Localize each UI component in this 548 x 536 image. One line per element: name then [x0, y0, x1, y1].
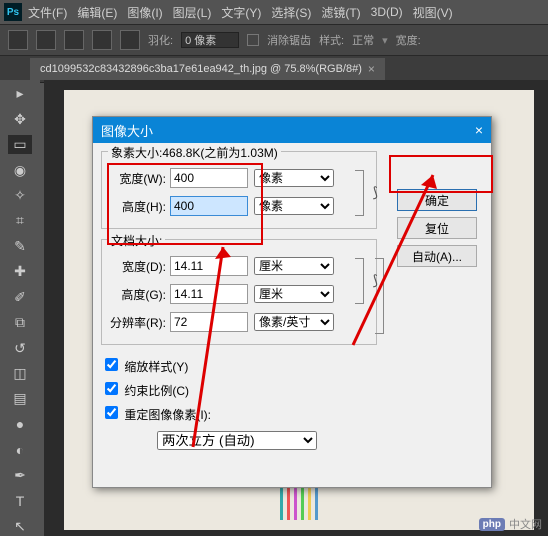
pixel-dimensions-legend: 象素大小:468.8K(之前为1.03M) [108, 144, 281, 161]
type-tool-icon[interactable]: T [8, 491, 32, 510]
document-size-group: 文档大小: 宽度(D): 厘米 高度(G): 厘米 分辨率(R): 像素/英寸 [101, 239, 377, 345]
menu-select[interactable]: 选择(S) [271, 4, 311, 21]
style-label: 样式: [319, 32, 344, 48]
watermark-badge: php [479, 518, 505, 531]
expand-icon[interactable]: ▸ [8, 84, 32, 103]
resolution-label: 分辨率(R): [110, 314, 166, 331]
menu-edit[interactable]: 编辑(E) [77, 4, 117, 21]
brush-tool-icon[interactable]: ✐ [8, 288, 32, 307]
options-bar: 羽化: 消除锯齿 样式: 正常 ▾ 宽度: [0, 25, 548, 56]
menu-file[interactable]: 文件(F) [28, 4, 67, 21]
crop-tool-icon[interactable]: ⌗ [8, 211, 32, 230]
pixel-width-unit-select[interactable]: 像素 [254, 169, 334, 187]
dodge-tool-icon[interactable]: ◐ [8, 440, 32, 459]
doc-height-input[interactable] [170, 284, 248, 304]
app-logo: Ps [4, 3, 22, 21]
doc-width-input[interactable] [170, 256, 248, 276]
pixel-dimensions-group: 象素大小:468.8K(之前为1.03M) 宽度(W): 像素 高度(H): 像… [101, 151, 377, 229]
document-tab-title: cd1099532c83432896c3ba17e61ea942_th.jpg … [40, 63, 362, 75]
pixel-width-input[interactable] [170, 168, 248, 188]
document-size-legend: 文档大小: [108, 232, 165, 249]
healing-brush-tool-icon[interactable]: ✚ [8, 262, 32, 281]
document-tab-bar: cd1099532c83432896c3ba17e61ea942_th.jpg … [0, 56, 548, 83]
resolution-unit-select[interactable]: 像素/英寸 [254, 313, 334, 331]
antialias-checkbox[interactable] [247, 34, 259, 46]
lasso-tool-icon[interactable]: ◉ [8, 160, 32, 179]
marquee-tool-icon[interactable]: ▭ [8, 135, 32, 154]
pixel-height-label: 高度(H): [110, 198, 166, 215]
selection-subtract-icon[interactable] [92, 30, 112, 50]
tool-preset-icon[interactable] [8, 30, 28, 50]
move-tool-icon[interactable]: ✥ [8, 109, 32, 128]
style-value[interactable]: 正常 [352, 32, 374, 48]
menu-view[interactable]: 视图(V) [413, 4, 453, 21]
eyedropper-tool-icon[interactable]: ✎ [8, 237, 32, 256]
resolution-input[interactable] [170, 312, 248, 332]
reset-button[interactable]: 复位 [397, 217, 477, 239]
constrain-proportions-label: 约束比例(C) [124, 384, 189, 398]
auto-button[interactable]: 自动(A)... [397, 245, 477, 267]
feather-label: 羽化: [148, 32, 173, 48]
doc-height-label: 高度(G): [110, 286, 166, 303]
feather-input[interactable] [181, 32, 239, 48]
menu-filter[interactable]: 滤镜(T) [321, 4, 360, 21]
dialog-title: 图像大小 [101, 121, 153, 140]
pixel-height-input[interactable] [170, 196, 248, 216]
doc-width-unit-select[interactable]: 厘米 [254, 257, 334, 275]
antialias-label: 消除锯齿 [267, 32, 311, 48]
path-selection-tool-icon[interactable]: ↖ [8, 516, 32, 535]
doc-height-unit-select[interactable]: 厘米 [254, 285, 334, 303]
constrain-proportions-checkbox[interactable] [105, 382, 118, 395]
menu-image[interactable]: 图像(I) [127, 4, 162, 21]
history-brush-tool-icon[interactable]: ↺ [8, 338, 32, 357]
menu-type[interactable]: 文字(Y) [221, 4, 261, 21]
resample-method-select[interactable]: 两次立方 (自动) [157, 431, 317, 450]
eraser-tool-icon[interactable]: ◫ [8, 364, 32, 383]
magic-wand-tool-icon[interactable]: ✧ [8, 186, 32, 205]
menu-3d[interactable]: 3D(D) [371, 5, 403, 19]
menu-layer[interactable]: 图层(L) [173, 4, 212, 21]
doc-width-label: 宽度(D): [110, 258, 166, 275]
width-label: 宽度: [396, 32, 421, 48]
selection-intersect-icon[interactable] [120, 30, 140, 50]
blur-tool-icon[interactable]: ● [8, 415, 32, 434]
selection-new-icon[interactable] [36, 30, 56, 50]
pen-tool-icon[interactable]: ✒ [8, 466, 32, 485]
scale-styles-checkbox[interactable] [105, 358, 118, 371]
dialog-close-icon[interactable]: × [475, 122, 483, 138]
ok-button[interactable]: 确定 [397, 189, 477, 211]
selection-add-icon[interactable] [64, 30, 84, 50]
menu-bar: Ps 文件(F) 编辑(E) 图像(I) 图层(L) 文字(Y) 选择(S) 滤… [0, 0, 548, 25]
resample-label: 重定图像像素(I): [124, 408, 211, 422]
pixel-width-label: 宽度(W): [110, 170, 166, 187]
pixel-height-unit-select[interactable]: 像素 [254, 197, 334, 215]
options-checks: 缩放样式(Y) 约束比例(C) 重定图像像素(I): [101, 355, 483, 423]
scale-styles-label: 缩放样式(Y) [124, 360, 188, 374]
close-tab-icon[interactable]: × [368, 62, 375, 76]
tools-panel: ▸ ✥ ▭ ◉ ✧ ⌗ ✎ ✚ ✐ ⧉ ↺ ◫ ▤ ● ◐ ✒ T ↖ [0, 80, 40, 536]
clone-stamp-tool-icon[interactable]: ⧉ [8, 313, 32, 332]
constrain-link-icon[interactable]: ⟆ [373, 184, 378, 201]
gradient-tool-icon[interactable]: ▤ [8, 389, 32, 408]
resample-checkbox[interactable] [105, 406, 118, 419]
watermark: php 中文网 [479, 516, 542, 532]
watermark-text: 中文网 [509, 516, 542, 532]
dialog-titlebar[interactable]: 图像大小 × [93, 117, 491, 143]
document-tab[interactable]: cd1099532c83432896c3ba17e61ea942_th.jpg … [30, 58, 385, 80]
image-size-dialog: 图像大小 × 确定 复位 自动(A)... 象素大小:468.8K(之前为1.0… [92, 116, 492, 488]
